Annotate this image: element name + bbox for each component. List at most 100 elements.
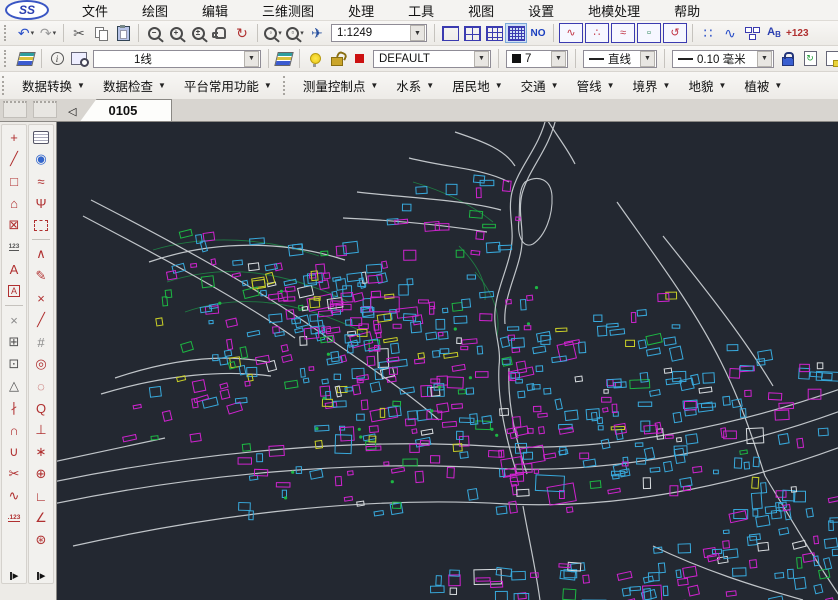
linetype-combo[interactable]: 直线▼ [583, 50, 657, 68]
doc-refresh-icon[interactable]: ↻ [799, 49, 821, 69]
toolbar-grip[interactable] [4, 50, 10, 68]
toolbar-grip[interactable] [33, 101, 57, 118]
toolbar-expand-icon[interactable]: ▶ [10, 572, 18, 580]
zoom-in-icon[interactable]: + [165, 23, 187, 43]
zoom-dynamic-icon[interactable]: ± [187, 23, 209, 43]
batter-line-icon[interactable]: ∿ [2, 485, 26, 507]
layer-unlock-icon[interactable] [326, 49, 348, 69]
scale-combo[interactable]: 1:1249▼ [331, 24, 427, 42]
chevron-down-icon[interactable]: ▼ [410, 25, 425, 41]
redo-icon[interactable]: ↷▾ [37, 23, 59, 43]
chevron-down-icon[interactable]: ▼ [244, 51, 259, 67]
hatch-icon[interactable]: ⊠ [2, 214, 26, 236]
angle-dimension-icon[interactable]: ∠ [29, 507, 53, 529]
chevron-down-icon[interactable]: ▼ [640, 51, 655, 67]
menu-item-4[interactable]: 处理 [331, 1, 391, 20]
menu-item-2[interactable]: 编辑 [185, 1, 245, 20]
zoom-previous-icon[interactable]: ◦▾ [262, 23, 284, 43]
layer-info-icon[interactable]: i [46, 49, 68, 69]
zoom-window-icon[interactable]: ▫▾ [284, 23, 306, 43]
toolbar-expand-icon[interactable]: ▶ [37, 572, 45, 580]
notebook-icon[interactable] [29, 126, 53, 148]
menu-button-right-7[interactable]: 植被▼ [735, 76, 791, 95]
vegetation-symbol-icon[interactable]: Ψ [29, 192, 53, 214]
undo-icon[interactable]: ↶▾ [15, 23, 37, 43]
gear-symbol-icon[interactable]: ⊛ [29, 529, 53, 551]
node-polyline-icon[interactable]: ∧ [29, 243, 53, 265]
text-style-icon[interactable]: A [2, 280, 26, 302]
drawing-canvas[interactable] [56, 122, 838, 600]
grid-points-icon[interactable]: # [29, 331, 53, 353]
pan-icon[interactable] [209, 23, 231, 43]
menu-button-right-0[interactable]: 测量控制点▼ [294, 76, 387, 95]
layer-manager-icon[interactable] [15, 49, 37, 69]
menu-button-right-6[interactable]: 地貌▼ [679, 76, 735, 95]
layer-states-icon[interactable] [273, 49, 295, 69]
style-combo[interactable]: DEFAULT▼ [373, 50, 491, 68]
tab-scroll-left-icon[interactable]: ◁ [68, 105, 76, 118]
number-annotate-icon[interactable]: +123 [785, 23, 810, 43]
node-delete-icon[interactable]: × [29, 287, 53, 309]
menu-item-1[interactable]: 绘图 [125, 1, 185, 20]
blocks-icon[interactable] [741, 23, 763, 43]
toolbar-grip[interactable] [283, 76, 289, 95]
draw-polygon-icon[interactable]: ⌂ [2, 192, 26, 214]
ribbon-icon[interactable]: ≈ [29, 170, 53, 192]
layer-combo[interactable]: 1线▼ [93, 50, 261, 68]
draw-text-icon[interactable]: A [2, 258, 26, 280]
points-display-icon[interactable]: ∷ [697, 23, 719, 43]
slope-down-icon[interactable]: ∪ [2, 441, 26, 463]
menu-item-0[interactable]: 文件 [65, 1, 125, 20]
paste-icon[interactable] [112, 23, 134, 43]
erase-icon[interactable]: × [2, 309, 26, 331]
menu-button-left-1[interactable]: 数据检查▼ [94, 76, 175, 95]
star-point-icon[interactable]: ∗ [29, 441, 53, 463]
loop-tool-icon[interactable]: ↺ [663, 23, 687, 43]
layer-find-icon[interactable] [68, 49, 90, 69]
dashed-circle-icon[interactable]: ◌ [29, 375, 53, 397]
draw-line-icon[interactable]: ╱ [2, 148, 26, 170]
text-style-icon[interactable]: AB [763, 23, 785, 43]
fly-view-icon[interactable]: ✈ [306, 23, 328, 43]
count-label-icon[interactable]: .123 [2, 507, 26, 529]
sketch-icon[interactable]: ✎ [29, 265, 53, 287]
menu-button-right-5[interactable]: 境界▼ [624, 76, 680, 95]
menu-item-3[interactable]: 三维测图 [245, 1, 331, 20]
profile-tool-icon[interactable]: ∿ [559, 23, 583, 43]
draw-point-icon[interactable]: + [2, 126, 26, 148]
grid-fine-icon[interactable] [505, 23, 527, 43]
circle-cross-icon[interactable]: ⊕ [29, 463, 53, 485]
lock-objects-icon[interactable] [777, 49, 799, 69]
trim-icon[interactable]: ∤ [2, 397, 26, 419]
layer-on-icon[interactable] [304, 49, 326, 69]
chevron-down-icon[interactable]: ▼ [551, 51, 566, 67]
draw-rect-icon[interactable]: □ [2, 170, 26, 192]
drawing-tab-0105[interactable]: 0105 [80, 99, 172, 121]
menu-item-8[interactable]: 地模处理 [571, 1, 657, 20]
rotate-view-icon[interactable]: ↻ [231, 23, 253, 43]
menu-item-6[interactable]: 视图 [451, 1, 511, 20]
polyline-display-icon[interactable]: ∿ [719, 23, 741, 43]
chevron-down-icon[interactable]: ▼ [474, 51, 489, 67]
toolbar-grip[interactable] [2, 76, 8, 95]
cut-icon[interactable]: ✂ [68, 23, 90, 43]
menu-item-9[interactable]: 帮助 [657, 1, 717, 20]
join-rects-icon[interactable]: ⊞ [2, 331, 26, 353]
doc-edit-icon[interactable] [821, 49, 838, 69]
menu-button-right-2[interactable]: 居民地▼ [443, 76, 511, 95]
select-box-icon[interactable] [29, 214, 53, 236]
wave-tool-icon[interactable]: ≈ [611, 23, 635, 43]
color-combo[interactable]: 7▼ [506, 50, 568, 68]
zoom-out-icon[interactable]: − [143, 23, 165, 43]
grid-coarse-icon[interactable] [483, 23, 505, 43]
copy-object-icon[interactable]: ⊡ [2, 353, 26, 375]
symbol-library-icon[interactable]: ◉ [29, 148, 53, 170]
perpendicular-icon[interactable]: ⊥ [29, 419, 53, 441]
menu-item-7[interactable]: 设置 [511, 1, 571, 20]
toolbar-grip[interactable] [4, 25, 10, 42]
layer-color-swatch[interactable] [348, 49, 370, 69]
menu-button-left-0[interactable]: 数据转换▼ [13, 76, 94, 95]
menu-button-right-1[interactable]: 水系▼ [387, 76, 443, 95]
toolbar-grip[interactable] [3, 101, 27, 118]
circle-point-icon[interactable]: ◎ [29, 353, 53, 375]
